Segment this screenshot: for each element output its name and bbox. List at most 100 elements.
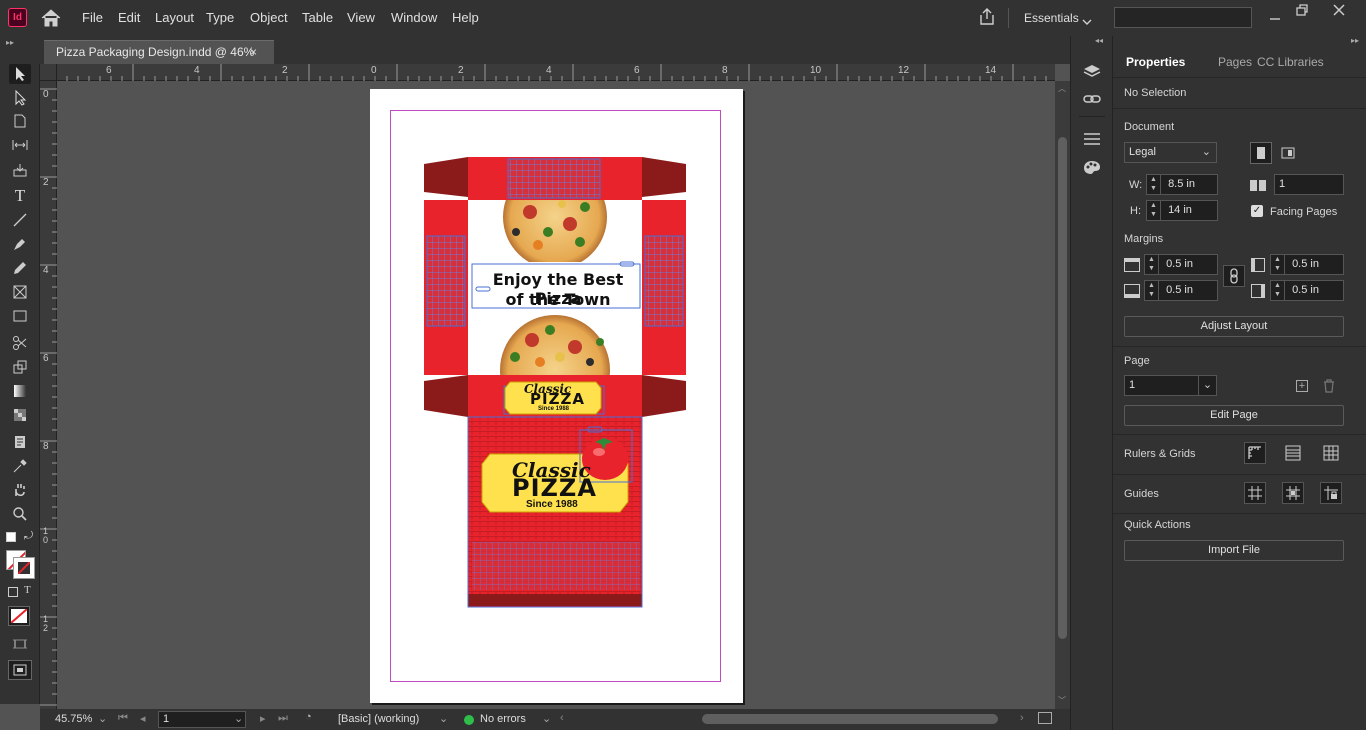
facing-pages-checkbox[interactable]: ✓ (1251, 205, 1263, 217)
stepper-icon[interactable]: ▲ ▼ (1147, 175, 1161, 194)
workspace-switcher[interactable]: Essentials (1024, 0, 1079, 36)
open-document-icon[interactable]: ◔ (305, 711, 312, 723)
chevron-down-icon[interactable]: ⌄ (439, 712, 448, 725)
scissors-tool-icon[interactable] (9, 333, 31, 353)
stepper-icon[interactable]: ▲ ▼ (1145, 255, 1159, 274)
style-status[interactable]: [Basic] (working) (338, 713, 419, 725)
default-colors-icon[interactable] (6, 532, 16, 542)
tab-properties[interactable]: Properties (1126, 55, 1185, 79)
stepper-icon[interactable]: ▲ ▼ (1271, 281, 1285, 300)
zoom-tool-icon[interactable] (9, 504, 31, 524)
close-window-icon[interactable] (1332, 3, 1346, 17)
page-select[interactable]: 1 ⌄ (1124, 375, 1217, 396)
chevron-down-icon[interactable]: ⌄ (234, 712, 243, 725)
menu-table[interactable]: Table (302, 0, 333, 36)
scroll-down-icon[interactable]: ﹀ (1058, 695, 1066, 706)
pages-count-field[interactable]: 1 (1274, 174, 1344, 195)
menu-file[interactable]: File (82, 0, 103, 36)
line-tool-icon[interactable] (9, 210, 31, 230)
scroll-thumb[interactable] (1058, 137, 1067, 639)
pen-tool-icon[interactable] (9, 234, 31, 254)
page-tool-icon[interactable] (9, 111, 31, 131)
ruler-toggle-icon[interactable] (1244, 442, 1266, 464)
formatting-text-icon[interactable]: T (24, 584, 31, 596)
last-page-icon[interactable]: ⏭ (278, 712, 288, 725)
preview-mode-icon[interactable] (8, 660, 32, 680)
swap-colors-icon[interactable]: ⤾ (24, 530, 33, 543)
free-transform-tool-icon[interactable] (9, 357, 31, 377)
height-field[interactable]: ▲ ▼ 14 in (1146, 200, 1218, 221)
screen-mode-icon[interactable] (9, 634, 31, 654)
zoom-level[interactable]: 45.75% (55, 713, 92, 725)
document-tab[interactable]: Pizza Packaging Design.indd @ 46% × (44, 40, 274, 64)
vertical-scrollbar[interactable]: ︿ ﹀ (1055, 81, 1070, 709)
chevron-down-icon[interactable]: ⌄ (542, 712, 551, 725)
smart-guides-icon[interactable] (1282, 482, 1304, 504)
hand-tool-icon[interactable] (9, 480, 31, 500)
share-icon[interactable] (977, 7, 997, 27)
menu-window[interactable]: Window (391, 0, 437, 36)
split-window-icon[interactable] (1038, 712, 1052, 724)
stroke-icon[interactable] (1081, 128, 1103, 150)
collapse-panel-icon[interactable]: ◂◂ (1095, 36, 1103, 45)
width-field[interactable]: ▲ ▼ 8.5 in (1146, 174, 1218, 195)
margin-left-field[interactable]: ▲ ▼ 0.5 in (1270, 254, 1344, 275)
document-grid-icon[interactable] (1320, 442, 1342, 464)
gradient-feather-tool-icon[interactable] (9, 405, 31, 425)
adjust-layout-button[interactable]: Adjust Layout (1124, 316, 1344, 337)
scroll-right-icon[interactable]: › (1020, 712, 1024, 724)
menu-view[interactable]: View (347, 0, 375, 36)
edit-page-button[interactable]: Edit Page (1124, 405, 1344, 426)
prev-page-icon[interactable]: ◂ (140, 712, 146, 725)
apply-none-icon[interactable] (8, 606, 30, 626)
preflight-status[interactable]: No errors (480, 713, 526, 725)
horizontal-ruler[interactable]: 6 4 2 0 2 4 6 8 10 12 14 (40, 64, 1055, 81)
vertical-ruler[interactable]: 0 2 4 6 8 1 0 1 2 (40, 81, 57, 709)
selection-tool-icon[interactable] (9, 64, 31, 84)
ruler-origin[interactable] (40, 64, 57, 81)
chevron-down-icon[interactable]: ⌄ (98, 712, 107, 725)
minimize-icon[interactable] (1268, 9, 1282, 23)
margin-top-field[interactable]: ▲ ▼ 0.5 in (1144, 254, 1218, 275)
tab-cc-libraries[interactable]: CC Libraries (1257, 55, 1324, 79)
stroke-swatch[interactable] (13, 557, 35, 579)
margin-right-field[interactable]: ▲ ▼ 0.5 in (1270, 280, 1344, 301)
content-collector-icon[interactable] (9, 160, 31, 180)
document-preset-select[interactable]: Legal ⌄ (1124, 142, 1217, 163)
rectangle-tool-icon[interactable] (9, 306, 31, 326)
direct-selection-tool-icon[interactable] (9, 88, 31, 108)
home-icon[interactable] (40, 8, 62, 28)
landscape-orientation-icon[interactable] (1277, 142, 1299, 164)
scroll-left-icon[interactable]: ‹ (560, 712, 564, 724)
gradient-swatch-tool-icon[interactable] (9, 381, 31, 401)
menu-object[interactable]: Object (250, 0, 288, 36)
add-page-icon[interactable]: + (1296, 380, 1308, 392)
baseline-grid-icon[interactable] (1282, 442, 1304, 464)
tab-pages[interactable]: Pages (1218, 55, 1252, 79)
menu-layout[interactable]: Layout (155, 0, 194, 36)
next-page-icon[interactable]: ▸ (260, 712, 266, 725)
links-icon[interactable] (1081, 88, 1103, 110)
guides-toggle-icon[interactable] (1244, 482, 1266, 504)
gap-tool-icon[interactable] (9, 135, 31, 155)
tab-close-icon[interactable]: × (250, 41, 257, 63)
lock-guides-icon[interactable] (1320, 482, 1342, 504)
margin-bottom-field[interactable]: ▲ ▼ 0.5 in (1144, 280, 1218, 301)
link-margins-icon[interactable] (1223, 265, 1245, 287)
stepper-icon[interactable]: ▲ ▼ (1147, 201, 1161, 220)
import-file-button[interactable]: Import File (1124, 540, 1344, 561)
swatches-icon[interactable] (1081, 156, 1103, 178)
stepper-icon[interactable]: ▲ ▼ (1145, 281, 1159, 300)
menu-help[interactable]: Help (452, 0, 479, 36)
search-input[interactable] (1114, 7, 1252, 28)
chevron-down-icon[interactable] (1082, 15, 1092, 29)
restore-icon[interactable] (1295, 3, 1309, 17)
type-tool-icon[interactable]: T (9, 186, 31, 206)
stepper-icon[interactable]: ▲ ▼ (1271, 255, 1285, 274)
collapse-toolbar-icon[interactable]: ▸▸ (6, 38, 14, 47)
formatting-container-icon[interactable] (8, 587, 18, 597)
menu-type[interactable]: Type (206, 0, 234, 36)
scroll-up-icon[interactable]: ︿ (1058, 83, 1066, 94)
eyedropper-tool-icon[interactable] (9, 456, 31, 476)
page-number-field[interactable]: 1 (158, 711, 246, 728)
